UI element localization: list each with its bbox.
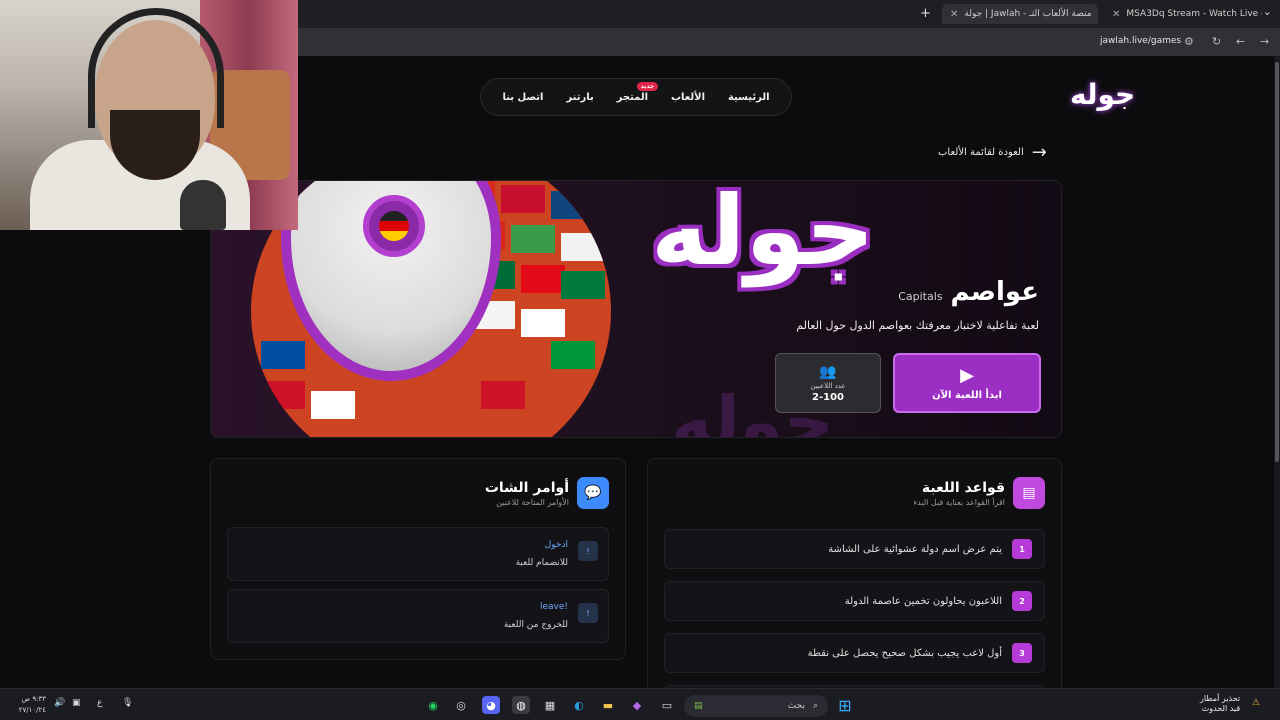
chat-commands-title: أوامر الشات [484, 479, 569, 496]
nav-store-label: المتجر [616, 91, 649, 103]
tab-list-chevron-icon[interactable]: ⌄ [1263, 5, 1272, 18]
game-hero-banner: جوله جوله Capitals عواصم لعبة تفاعلية لا… [210, 180, 1062, 438]
search-icon: ⌕ [812, 701, 818, 711]
nav-partner[interactable]: بارتنر [566, 92, 593, 103]
start-game-button[interactable]: ▶ ابدأ اللعبة الآن [893, 353, 1041, 413]
tab-msa3dq-stream[interactable]: ✕ MSA3Dq Stream - Watch Live o [1112, 4, 1262, 24]
calculator-icon[interactable]: ▦ [541, 696, 559, 714]
new-badge: جديد [636, 81, 659, 91]
back-link-label: العودة لقائمة الألعاب [938, 147, 1024, 158]
command-code: ادخول [544, 540, 568, 550]
language-indicator[interactable]: ع [97, 698, 102, 708]
chat-card-header: أوامر الشات الأوامر المتاحة للاعبين 💬 [485, 477, 609, 509]
rule-item: 1 يتم عرض اسم دولة عشوائية على الشاشة [664, 529, 1045, 569]
windows-taskbar: ٩:٣٣ ص ٢٧/١٠/٢٤ 🔊 ▣ ع 🎙 ◉ ◎ ◕ ◍ ▦ ◐ ▬ ◆ … [0, 688, 1280, 720]
network-icon[interactable]: ▣ [72, 698, 81, 708]
speaker-icon[interactable]: 🔊 [54, 698, 65, 708]
chrome-icon[interactable]: ◍ [512, 696, 530, 714]
play-icon: ▶ [960, 365, 974, 386]
search-highlight-icon: ▤ [694, 701, 703, 711]
back-to-games-link[interactable]: العودة لقائمة الألعاب → [938, 142, 1047, 163]
forward-arrow-icon[interactable]: ← [1236, 35, 1245, 48]
players-label: عدد اللاعبين [810, 381, 846, 390]
clock-date: ٢٧/١٠/٢٤ [18, 706, 46, 714]
arrow-right-icon: → [1031, 142, 1047, 163]
weather-line1: تحذير أمطار [1200, 694, 1241, 703]
tab-title: جولة | Jawlah - منصة الألعاب التـ [964, 9, 1092, 19]
game-title-ar: عواصم [950, 277, 1040, 307]
tab-jawlah[interactable]: ✕ جولة | Jawlah - منصة الألعاب التـ [942, 4, 1098, 24]
weather-widget[interactable]: تحذير أمطار قيد الحدوث [1200, 694, 1240, 714]
whatsapp-icon[interactable]: ◉ [424, 696, 442, 714]
rule-item: 2 اللاعبون يحاولون تخمين عاصمة الدولة [664, 581, 1045, 621]
discord-icon[interactable]: ◕ [482, 696, 500, 714]
page-scrollbar[interactable] [1274, 56, 1280, 688]
game-title-en: Capitals [898, 290, 943, 303]
edge-icon[interactable]: ◐ [570, 696, 588, 714]
nav-contact[interactable]: اتصل بنا [502, 92, 543, 103]
file-explorer-icon[interactable]: ▬ [599, 696, 617, 714]
taskbar-search[interactable]: ⌕ بحث ▤ [684, 695, 828, 717]
site-logo[interactable]: جوله [1070, 78, 1135, 111]
clock-time: ٩:٣٣ ص [21, 695, 46, 703]
back-arrow-icon[interactable]: → [1260, 35, 1269, 48]
site-settings-icon[interactable]: ⚙ [1184, 35, 1194, 48]
nav-home[interactable]: الرئيسية [728, 92, 770, 103]
players-value: 2-100 [812, 391, 844, 403]
command-item: ! ادخول للانضمام للعبة [227, 527, 609, 581]
url-field[interactable]: jawlah.live/games [1100, 36, 1181, 46]
obs-icon[interactable]: ◎ [452, 696, 470, 714]
search-placeholder: بحث [787, 701, 805, 711]
chat-commands-card: أوامر الشات الأوامر المتاحة للاعبين 💬 ! … [210, 458, 626, 660]
tab-title: MSA3Dq Stream - Watch Live o [1126, 9, 1262, 19]
microphone-image [180, 180, 226, 230]
rules-card: قواعد اللعبة اقرأ القواعد بعناية قبل الب… [647, 458, 1062, 688]
close-tab-icon[interactable]: ✕ [950, 9, 958, 20]
command-prefix: ! [578, 541, 598, 561]
rules-card-header: قواعد اللعبة اقرأ القواعد بعناية قبل الب… [913, 477, 1045, 509]
game-description: لعبة تفاعلية لاختبار معرفتك بعواصم الدول… [796, 319, 1039, 332]
users-icon: 👥 [819, 363, 837, 380]
main-nav: الرئيسية الألعاب المتجر جديد بارتنر اتصل… [480, 78, 792, 116]
rule-text: أول لاعب يجيب بشكل صحيح يحصل على نقطة [807, 647, 1002, 659]
game-title: Capitals عواصم [898, 277, 1039, 307]
rule-number: 1 [1012, 539, 1032, 559]
rule-number: 3 [1012, 643, 1032, 663]
rule-text: يتم عرض اسم دولة عشوائية على الشاشة [828, 543, 1002, 555]
close-tab-icon[interactable]: ✕ [1112, 9, 1120, 20]
hero-brand-text: جوله [651, 180, 875, 287]
chat-commands-subtitle: الأوامر المتاحة للاعبين [496, 497, 569, 507]
chat-bubble-icon: 💬 [577, 477, 609, 509]
players-count-box: 👥 عدد اللاعبين 2-100 [775, 353, 881, 413]
rules-title: قواعد اللعبة [921, 479, 1005, 496]
flags-globe-image [251, 181, 611, 437]
command-prefix: ! [578, 603, 598, 623]
command-description: للخروج من اللعبة [503, 620, 568, 630]
command-item: ! leave! للخروج من اللعبة [227, 589, 609, 643]
command-description: للانضمام للعبة [515, 558, 568, 568]
weather-line2: قيد الحدوث [1201, 704, 1241, 713]
weather-warning-icon[interactable]: ⚠ [1252, 698, 1260, 708]
start-game-label: ابدأ اللعبة الآن [932, 390, 1002, 401]
app-icon[interactable]: ◆ [628, 696, 646, 714]
system-clock[interactable]: ٩:٣٣ ص ٢٧/١٠/٢٤ [8, 694, 46, 716]
command-code: leave! [539, 602, 568, 612]
reload-icon[interactable]: ↻ [1212, 35, 1221, 48]
nav-store[interactable]: المتجر جديد [616, 81, 659, 103]
document-icon: ▤ [1013, 477, 1045, 509]
webcam-overlay [0, 0, 298, 230]
scrollbar-thumb[interactable] [1275, 62, 1279, 462]
rule-number: 2 [1012, 591, 1032, 611]
rule-item: 3 أول لاعب يجيب بشكل صحيح يحصل على نقطة [664, 633, 1045, 673]
windows-start-icon[interactable]: ⊞ [836, 696, 854, 715]
rules-subtitle: اقرأ القواعد بعناية قبل البدء [913, 497, 1005, 507]
rule-text: اللاعبون يحاولون تخمين عاصمة الدولة [844, 595, 1002, 607]
microphone-icon[interactable]: 🎙 [122, 698, 133, 708]
task-view-icon[interactable]: ▭ [658, 696, 676, 714]
new-tab-button[interactable]: + [920, 6, 931, 21]
nav-games[interactable]: الألعاب [671, 92, 705, 103]
